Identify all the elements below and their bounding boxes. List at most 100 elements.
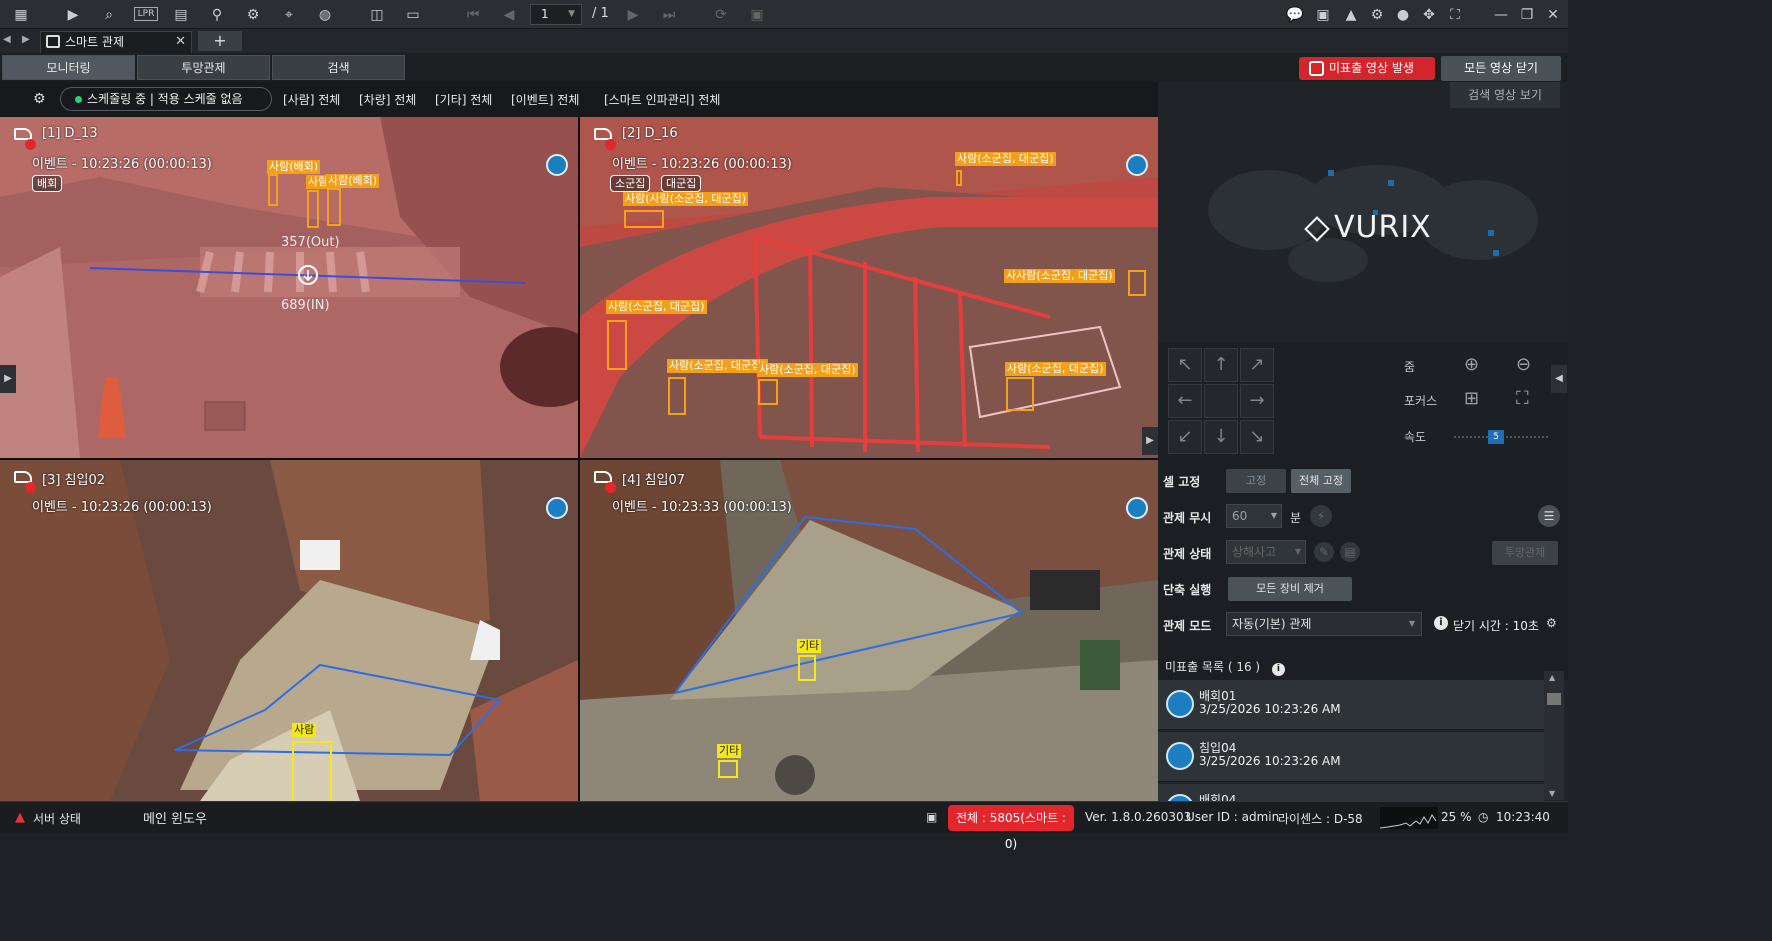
ai-analysis-icon[interactable] <box>546 497 568 519</box>
first-page-icon[interactable]: ⏮ <box>462 4 484 25</box>
filter-event[interactable]: [이벤트] 전체 <box>511 91 579 108</box>
ai-analysis-icon[interactable] <box>546 154 568 176</box>
playback-search-icon[interactable]: ⌕ <box>98 4 120 25</box>
focus-far-icon[interactable]: ⛶ <box>1516 388 1529 409</box>
play-icon[interactable]: ▶ <box>62 4 84 25</box>
schedule-settings-icon[interactable]: ⚙ <box>33 91 46 107</box>
ptz-down-button[interactable]: ↓ <box>1204 420 1238 454</box>
schedule-status[interactable]: 스케줄링 중 | 적용 스케줄 없음 <box>60 87 272 111</box>
video-tile-2[interactable]: [2] D_16 이벤트 - 10:23:26 (00:00:13) 소군집 대… <box>580 117 1158 458</box>
remove-all-devices-button[interactable]: 모든 장비 제거 <box>1228 577 1352 601</box>
video-tile-1[interactable]: [1] D_13 이벤트 - 10:23:26 (00:00:13) 배회 사람… <box>0 117 578 458</box>
globe-search-icon[interactable]: ◍ <box>314 4 336 25</box>
screen-settings-icon[interactable]: ▣ <box>1312 4 1334 25</box>
add-tab-button[interactable]: + <box>198 31 242 51</box>
camera-list-icon[interactable]: ▤ <box>170 4 192 25</box>
filter-other[interactable]: [기타] 전체 <box>435 91 492 108</box>
tab-search[interactable]: 검색 <box>272 55 405 80</box>
capture-icon[interactable]: ▣ <box>746 4 768 25</box>
ptz-down-right-button[interactable]: ↘ <box>1240 420 1274 454</box>
ptz-up-button[interactable]: ↑ <box>1204 348 1238 382</box>
recording-dot <box>605 139 616 150</box>
ptz-up-left-button[interactable]: ↖ <box>1168 348 1202 382</box>
close-icon[interactable]: ✕ <box>1542 4 1564 25</box>
tab-close-icon[interactable]: ✕ <box>175 32 186 52</box>
move-icon[interactable]: ✥ <box>1418 4 1440 25</box>
list-item[interactable]: 침입04 3/25/2026 10:23:26 AM <box>1158 732 1544 782</box>
server-status[interactable]: 서버 상태 <box>33 810 81 827</box>
net-monitor-button[interactable]: 투망관제 <box>1492 541 1558 565</box>
filter-crowd[interactable]: [스마트 인파관리] 전체 <box>604 91 720 108</box>
map-icon[interactable]: ⌖ <box>278 4 300 25</box>
tab-scroll-right-icon[interactable]: ▶ <box>22 34 30 45</box>
next-page-icon[interactable]: ▶ <box>622 4 644 25</box>
ptz-up-right-button[interactable]: ↗ <box>1240 348 1274 382</box>
fullscreen-icon[interactable]: ⛶ <box>1444 4 1466 25</box>
scroll-up-icon[interactable]: ▲ <box>1549 673 1555 682</box>
search-video-button[interactable]: 검색 영상 보기 <box>1450 82 1560 108</box>
close-time-settings-icon[interactable]: ⚙ <box>1546 616 1557 630</box>
bike-icon[interactable]: ⚙ <box>242 4 264 25</box>
recording-dot <box>25 139 36 150</box>
filter-person[interactable]: [사람] 전체 <box>283 91 340 108</box>
video-tile-3[interactable]: [3] 침입02 이벤트 - 10:23:26 (00:00:13) 사람 <box>0 460 578 801</box>
close-all-videos-button[interactable]: 모든 영상 닫기 <box>1441 56 1561 81</box>
window-settings-icon[interactable]: ▭ <box>402 4 424 25</box>
filter-vehicle[interactable]: [차량] 전체 <box>359 91 416 108</box>
person-search-icon[interactable]: ⚲ <box>206 4 228 25</box>
scroll-thumb[interactable] <box>1547 693 1561 705</box>
collapse-panel-icon[interactable]: ◀ <box>1551 365 1567 393</box>
fix-button[interactable]: 고정 <box>1226 469 1286 493</box>
detection-box <box>624 210 664 228</box>
tab-monitoring[interactable]: 모니터링 <box>2 55 135 80</box>
main-window-label: 메인 윈도우 <box>143 812 207 827</box>
tab-label: 스마트 관제 <box>65 35 125 49</box>
pen-icon[interactable]: ✎ <box>1314 542 1334 562</box>
speed-value[interactable]: 5 <box>1488 430 1504 444</box>
list-item[interactable]: 배회01 3/25/2026 10:23:26 AM <box>1158 680 1544 730</box>
minimize-icon[interactable]: — <box>1490 4 1512 25</box>
ai-analysis-icon[interactable] <box>1126 497 1148 519</box>
detection-label: 사람(소군집, 대군집) <box>757 363 858 377</box>
zoom-in-icon[interactable]: ⊕ <box>1464 354 1479 375</box>
undisplayed-video-alert-button[interactable]: 미표출 영상 발생 <box>1299 57 1435 80</box>
ptz-right-button[interactable]: → <box>1240 384 1274 418</box>
restore-icon[interactable]: ❐ <box>1516 4 1538 25</box>
user-icon[interactable]: ● <box>1392 4 1414 25</box>
ai-analysis-icon[interactable] <box>1126 154 1148 176</box>
list-menu-icon[interactable]: ☰ <box>1538 505 1560 527</box>
status-select[interactable]: 상해사고 ▼ <box>1226 540 1306 564</box>
prev-page-icon[interactable]: ◀ <box>498 4 520 25</box>
right-panel-toggle-icon[interactable]: ▶ <box>1142 427 1158 455</box>
fix-all-button[interactable]: 전체 고정 <box>1291 469 1351 493</box>
ptz-down-left-button[interactable]: ↙ <box>1168 420 1202 454</box>
tab-scroll-left-icon[interactable]: ◀ <box>3 34 11 45</box>
grid-menu-icon[interactable]: ▦ <box>10 4 32 25</box>
refresh-icon[interactable]: ⟳ <box>710 4 732 25</box>
page-number-input[interactable]: 1 ▼ <box>530 4 582 25</box>
ptz-left-button[interactable]: ← <box>1168 384 1202 418</box>
alarm-icon[interactable]: ▲ <box>1340 4 1362 25</box>
info-icon[interactable]: i <box>1434 616 1448 630</box>
list-scrollbar[interactable]: ▲ ▼ <box>1544 671 1564 800</box>
event-chip: 배회 <box>32 175 63 192</box>
zoom-out-icon[interactable]: ⊖ <box>1516 354 1531 375</box>
lpr-icon[interactable]: LPR <box>134 7 158 21</box>
gear-icon[interactable]: ⚙ <box>1366 4 1388 25</box>
tab-net-monitoring[interactable]: 투망관제 <box>137 55 270 80</box>
left-panel-toggle-icon[interactable]: ▶ <box>0 365 16 393</box>
user-id: User ID : admin <box>1186 810 1280 824</box>
mode-select[interactable]: 자동(기본) 관제 ▼ <box>1226 612 1422 636</box>
chat-icon[interactable]: 💬 <box>1284 4 1306 25</box>
video-tile-4[interactable]: [4] 침입07 이벤트 - 10:23:33 (00:00:13) 기타 기타 <box>580 460 1158 801</box>
focus-near-icon[interactable]: ⊞ <box>1464 388 1479 409</box>
ignore-minutes-select[interactable]: 60 ▼ <box>1226 504 1282 528</box>
ignore-apply-icon[interactable]: ⚡ <box>1310 505 1332 527</box>
layout-icon[interactable]: ◫ <box>366 4 388 25</box>
memo-icon[interactable]: ▤ <box>1340 542 1360 562</box>
tab-smart-monitoring[interactable]: 스마트 관제 ✕ <box>40 31 192 53</box>
list-item[interactable]: 배회04 <box>1158 784 1544 801</box>
info-icon[interactable]: i <box>1271 663 1285 676</box>
scroll-down-icon[interactable]: ▼ <box>1549 789 1555 798</box>
last-page-icon[interactable]: ⏭ <box>658 4 680 25</box>
